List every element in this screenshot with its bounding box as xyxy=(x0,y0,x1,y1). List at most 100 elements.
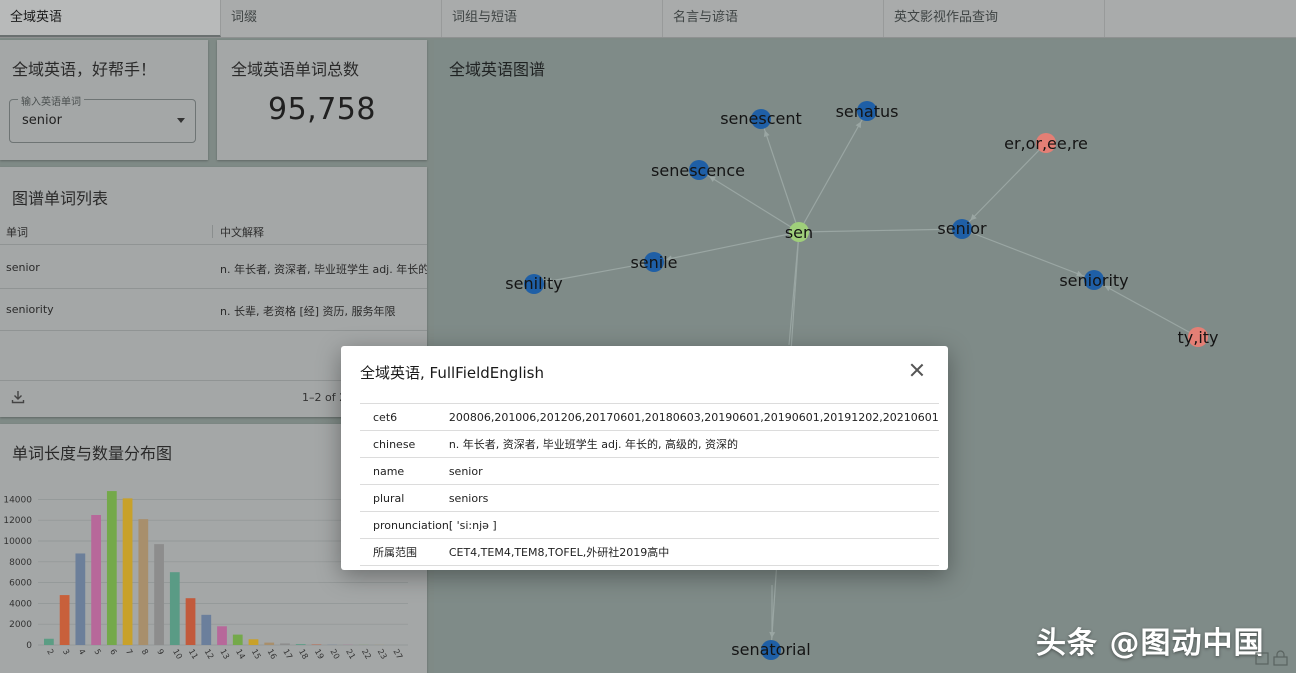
detail-value: senior xyxy=(448,457,939,485)
bar[interactable] xyxy=(122,498,133,645)
row-word: senior xyxy=(6,261,40,274)
x-tick-label: 12 xyxy=(203,648,216,661)
column-header-meaning[interactable]: 中文解释 xyxy=(220,224,264,240)
x-tick-label: 3 xyxy=(61,648,71,657)
x-tick-label: 2 xyxy=(45,648,55,657)
row-meaning: n. 年长者, 资深者, 毕业班学生 adj. 年长的 xyxy=(220,263,427,276)
table-row: pronunciation[ 'si:njə ] xyxy=(360,511,939,539)
bar[interactable] xyxy=(75,553,86,645)
x-tick-label: 14 xyxy=(234,648,247,661)
detail-key: pronunciation xyxy=(360,511,449,539)
bar[interactable] xyxy=(185,598,196,645)
table-row[interactable]: senior n. 年长者, 资深者, 毕业班学生 adj. 年长的 xyxy=(0,247,427,289)
y-tick-label: 14000 xyxy=(3,495,32,505)
graph-node-label: seniority xyxy=(1059,271,1128,290)
tab-fullfield-english[interactable]: 全域英语 xyxy=(0,0,221,37)
close-icon[interactable] xyxy=(910,363,924,377)
x-tick-label: 6 xyxy=(108,648,118,657)
graph-node-label: senatus xyxy=(836,102,899,121)
graph-node-label: ty,ity xyxy=(1177,328,1218,347)
detail-value: 200806,201006,201206,20170601,20180603,2… xyxy=(448,403,939,431)
bar[interactable] xyxy=(217,626,227,645)
x-tick-label: 4 xyxy=(77,648,87,657)
detail-value: CET4,TEM4,TEM8,TOFEL,外研社2019高中 xyxy=(448,538,939,566)
tab-quotes[interactable]: 名言与谚语 xyxy=(663,0,884,37)
table-row: cet6 200806,201006,201206,20170601,201806… xyxy=(360,403,939,431)
bar[interactable] xyxy=(169,572,180,645)
x-tick-label: 9 xyxy=(155,648,165,657)
lock-icon[interactable] xyxy=(1255,650,1289,666)
word-select-label: 输入英语单词 xyxy=(18,93,84,108)
row-word: seniority xyxy=(6,303,54,316)
bar[interactable] xyxy=(59,595,70,645)
graph-node-label: senatorial xyxy=(731,640,810,659)
watermark: 头条 @图动中国 xyxy=(1036,626,1265,661)
table-row: chinese n. 年长者, 资深者, 毕业班学生 adj. 年长的, 高级的,… xyxy=(360,430,939,458)
graph-node-label: sen xyxy=(785,223,813,242)
detail-key: name xyxy=(360,457,449,485)
graph-node-label: er,or,ee,re xyxy=(1004,134,1088,153)
table-row: name senior xyxy=(360,457,939,485)
caret-down-icon[interactable] xyxy=(177,118,185,123)
y-tick-label: 8000 xyxy=(9,558,32,568)
x-tick-label: 27 xyxy=(391,648,404,661)
word-count-card: 全域英语单词总数 95,758 xyxy=(217,40,427,160)
bar[interactable] xyxy=(232,634,243,645)
tab-phrases[interactable]: 词组与短语 xyxy=(442,0,663,37)
x-tick-label: 23 xyxy=(376,648,389,661)
app-root: 全域英语 词缀 词组与短语 名言与谚语 英文影视作品查询 全域英语，好帮手！ 输… xyxy=(0,0,1296,673)
detail-key: plural xyxy=(360,484,449,512)
bar[interactable] xyxy=(154,544,164,645)
graph-edge xyxy=(788,231,800,346)
row-meaning: n. 长辈, 老资格 [经] 资历, 服务年限 xyxy=(220,305,396,318)
graph-edge xyxy=(798,110,868,233)
y-tick-label: 2000 xyxy=(9,620,32,630)
x-tick-label: 16 xyxy=(265,648,278,661)
download-icon[interactable] xyxy=(11,390,25,404)
graph-edge xyxy=(961,142,1047,230)
x-tick-label: 10 xyxy=(171,648,184,661)
word-list-header: 单词 中文解释 xyxy=(0,222,427,245)
bar[interactable] xyxy=(295,644,306,645)
pagination-text: 1–2 of 2 xyxy=(302,391,347,404)
x-tick-label: 11 xyxy=(187,648,200,661)
y-tick-label: 10000 xyxy=(3,537,32,547)
tab-bar: 全域英语 词缀 词组与短语 名言与谚语 英文影视作品查询 xyxy=(0,0,1296,38)
x-tick-label: 20 xyxy=(328,648,341,661)
x-tick-label: 5 xyxy=(92,648,102,657)
search-card: 全域英语，好帮手！ 输入英语单词 senior xyxy=(0,40,208,160)
detail-key: chinese xyxy=(360,430,449,458)
bar[interactable] xyxy=(280,643,290,645)
bar[interactable] xyxy=(264,642,275,645)
word-count-value: 95,758 xyxy=(268,92,376,127)
y-tick-label: 0 xyxy=(26,641,32,651)
column-header-word[interactable]: 单词 xyxy=(6,224,28,240)
detail-key: 所属范围 xyxy=(360,538,449,566)
word-select-value: senior xyxy=(22,113,62,128)
graph-node-label: senility xyxy=(505,274,562,293)
table-row: 所属范围 CET4,TEM4,TEM8,TOFEL,外研社2019高中 xyxy=(360,538,939,566)
word-detail-dialog: 全域英语, FullFieldEnglish cet6 200806,201006… xyxy=(341,346,948,570)
y-tick-label: 4000 xyxy=(9,599,32,609)
table-row[interactable]: seniority n. 长辈, 老资格 [经] 资历, 服务年限 xyxy=(0,289,427,331)
word-select[interactable]: 输入英语单词 senior xyxy=(9,93,196,143)
x-tick-label: 13 xyxy=(218,648,231,661)
graph-node-label: senile xyxy=(630,253,677,272)
graph-node-label: senescence xyxy=(651,161,745,180)
column-separator[interactable] xyxy=(212,225,213,238)
bar[interactable] xyxy=(138,519,149,645)
x-tick-label: 15 xyxy=(250,648,263,661)
tab-affixes[interactable]: 词缀 xyxy=(221,0,442,37)
x-tick-label: 8 xyxy=(140,648,150,657)
y-tick-label: 6000 xyxy=(9,579,32,589)
tab-film-search[interactable]: 英文影视作品查询 xyxy=(884,0,1105,37)
bar[interactable] xyxy=(44,638,54,645)
bar[interactable] xyxy=(91,515,101,645)
x-tick-label: 21 xyxy=(344,648,357,661)
bar[interactable] xyxy=(248,639,259,645)
bar[interactable] xyxy=(201,614,212,645)
word-detail-table: cet6 200806,201006,201206,20170601,201806… xyxy=(360,403,939,566)
bar[interactable] xyxy=(106,491,117,645)
x-tick-label: 7 xyxy=(124,648,134,657)
word-count-title: 全域英语单词总数 xyxy=(231,60,360,79)
